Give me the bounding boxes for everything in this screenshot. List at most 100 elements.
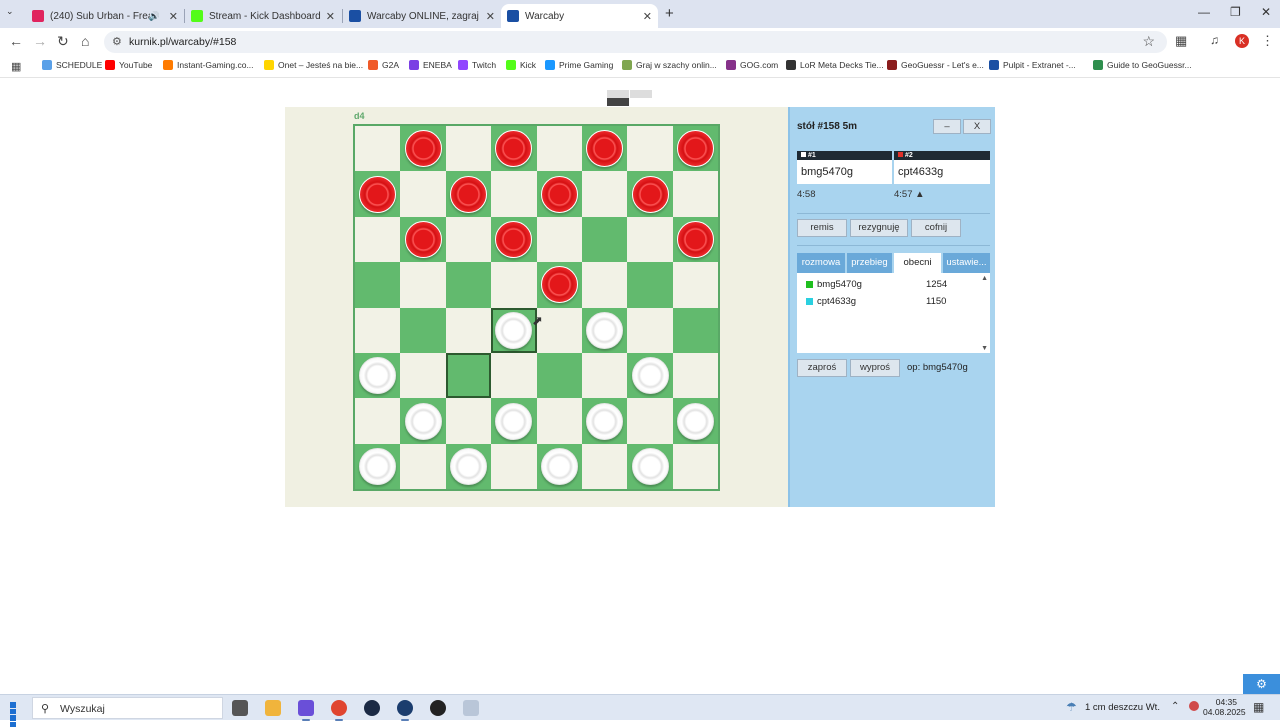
address-bar[interactable]: ⚙ kurnik.pl/warcaby/#158 ☆: [104, 31, 1167, 53]
scroll-down-icon[interactable]: ▼: [981, 345, 988, 352]
white-checker[interactable]: [586, 402, 624, 440]
tab-kick[interactable]: Stream - Kick Dashboard ✕: [185, 4, 341, 28]
board-square[interactable]: [445, 262, 492, 308]
settings-gear-icon[interactable]: ⚙: [1243, 674, 1280, 694]
red-checker[interactable]: [359, 175, 397, 213]
list-item[interactable]: bmg5470g 1254: [797, 278, 977, 292]
tray-app-icon[interactable]: [1189, 701, 1199, 711]
bookmark-item[interactable]: ENEBA: [409, 60, 452, 70]
apps-grid-icon[interactable]: ▦: [11, 60, 21, 73]
tab-warcaby[interactable]: Warcaby ✕: [501, 4, 658, 28]
board-square[interactable]: [355, 307, 401, 353]
red-checker[interactable]: [677, 221, 714, 258]
close-window-icon[interactable]: ✕: [1261, 5, 1271, 19]
board-square[interactable]: [445, 353, 492, 399]
white-checker[interactable]: [495, 311, 533, 349]
size-large-option[interactable]: [607, 98, 629, 106]
close-tab-icon[interactable]: ✕: [326, 10, 335, 23]
board-square[interactable]: [672, 307, 719, 353]
player-1-name[interactable]: bmg5470g: [797, 160, 892, 184]
tab-present[interactable]: obecni: [894, 253, 941, 273]
file-explorer-icon[interactable]: [265, 700, 281, 716]
restore-window-icon[interactable]: ❐: [1230, 5, 1241, 19]
white-checker[interactable]: [540, 448, 578, 485]
minimize-window-icon[interactable]: —: [1198, 5, 1210, 19]
media-control-icon[interactable]: ♫: [1210, 33, 1219, 47]
bookmark-item[interactable]: YouTube: [105, 60, 152, 70]
board-square[interactable]: [445, 216, 492, 263]
extensions-icon[interactable]: ▦: [1175, 33, 1187, 49]
bookmark-item[interactable]: Instant-Gaming.co...: [163, 60, 254, 70]
close-tab-icon[interactable]: ✕: [486, 10, 495, 23]
board-square[interactable]: [582, 443, 628, 490]
tab-history[interactable]: przebieg: [847, 253, 892, 273]
taskbar-clock[interactable]: 04:35 04.08.2025: [1203, 697, 1246, 717]
site-info-icon[interactable]: ⚙: [112, 35, 122, 48]
offer-draw-button[interactable]: remis: [797, 219, 847, 237]
board-square[interactable]: [445, 126, 492, 172]
tab-warcaby-online[interactable]: Warcaby ONLINE, zagraj - Kurn ✕: [343, 4, 501, 28]
board-square[interactable]: [445, 307, 492, 353]
bookmark-item[interactable]: Pulpit - Extranet -...: [989, 60, 1076, 70]
board-square[interactable]: [536, 353, 582, 399]
board-square[interactable]: [491, 262, 537, 308]
weather-rain-icon[interactable]: ☂: [1066, 700, 1077, 714]
board-square[interactable]: [627, 262, 673, 308]
white-checker[interactable]: [631, 448, 669, 485]
red-checker[interactable]: [450, 175, 487, 213]
steam-alt-icon[interactable]: [397, 700, 413, 721]
white-checker[interactable]: [677, 402, 714, 440]
board-square[interactable]: [355, 398, 401, 444]
board-square[interactable]: [627, 398, 673, 444]
board-square[interactable]: [491, 353, 537, 399]
checkers-board[interactable]: [353, 124, 720, 491]
board-square[interactable]: [627, 126, 673, 172]
white-checker[interactable]: [404, 402, 442, 440]
tab-search-icon[interactable]: ⌄: [6, 6, 14, 17]
player-2-name[interactable]: cpt4633g: [894, 160, 990, 184]
resign-button[interactable]: rezygnuję: [850, 219, 908, 237]
size-small-option[interactable]: [607, 90, 629, 98]
board-square[interactable]: [582, 171, 628, 217]
profile-avatar[interactable]: K: [1235, 34, 1249, 48]
board-square[interactable]: [445, 398, 492, 444]
app-window-icon[interactable]: [463, 700, 479, 716]
weather-text[interactable]: 1 cm deszczu Wt.: [1085, 702, 1160, 713]
board-size-selector[interactable]: [607, 90, 674, 106]
board-square[interactable]: [355, 262, 401, 308]
kick-button[interactable]: wyproś: [850, 359, 900, 377]
board-square[interactable]: [582, 262, 628, 308]
url-text[interactable]: kurnik.pl/warcaby/#158: [129, 36, 236, 48]
bookmark-item[interactable]: Graj w szachy onlin...: [622, 60, 717, 70]
red-checker[interactable]: [404, 130, 442, 168]
board-square[interactable]: [536, 216, 582, 263]
board-square[interactable]: [400, 353, 446, 399]
tray-expand-icon[interactable]: ⌃: [1171, 701, 1179, 712]
board-square[interactable]: [355, 216, 401, 263]
minimize-panel-button[interactable]: –: [933, 119, 961, 134]
menu-icon[interactable]: ⋮: [1261, 33, 1274, 49]
board-square[interactable]: [672, 443, 719, 490]
bookmark-item[interactable]: Twitch: [458, 60, 496, 70]
board-square[interactable]: [400, 307, 446, 353]
tab-chat[interactable]: rozmowa: [797, 253, 845, 273]
red-checker[interactable]: [540, 175, 578, 213]
board-square[interactable]: [355, 126, 401, 172]
discord-icon[interactable]: [298, 700, 314, 721]
white-checker[interactable]: [586, 311, 624, 349]
close-table-button[interactable]: X: [963, 119, 991, 134]
chrome-icon[interactable]: [331, 700, 347, 721]
board-square[interactable]: [582, 353, 628, 399]
invite-button[interactable]: zaproś: [797, 359, 847, 377]
steam-icon[interactable]: [364, 700, 380, 716]
board-square[interactable]: [627, 307, 673, 353]
taskbar-search[interactable]: ⚲ Wyszukaj: [32, 697, 223, 719]
tab-youtube[interactable]: (240) Sub Urban - Freak (fe 🔊 ✕: [26, 4, 184, 28]
speaker-icon[interactable]: 🔊: [149, 11, 160, 22]
board-square[interactable]: [627, 216, 673, 263]
bookmark-item[interactable]: Onet – Jesteś na bie...: [264, 60, 363, 70]
bookmark-star-icon[interactable]: ☆: [1142, 33, 1155, 50]
size-medium-option[interactable]: [630, 90, 652, 98]
list-item[interactable]: cpt4633g 1150: [797, 295, 977, 309]
home-icon[interactable]: ⌂: [81, 33, 89, 49]
